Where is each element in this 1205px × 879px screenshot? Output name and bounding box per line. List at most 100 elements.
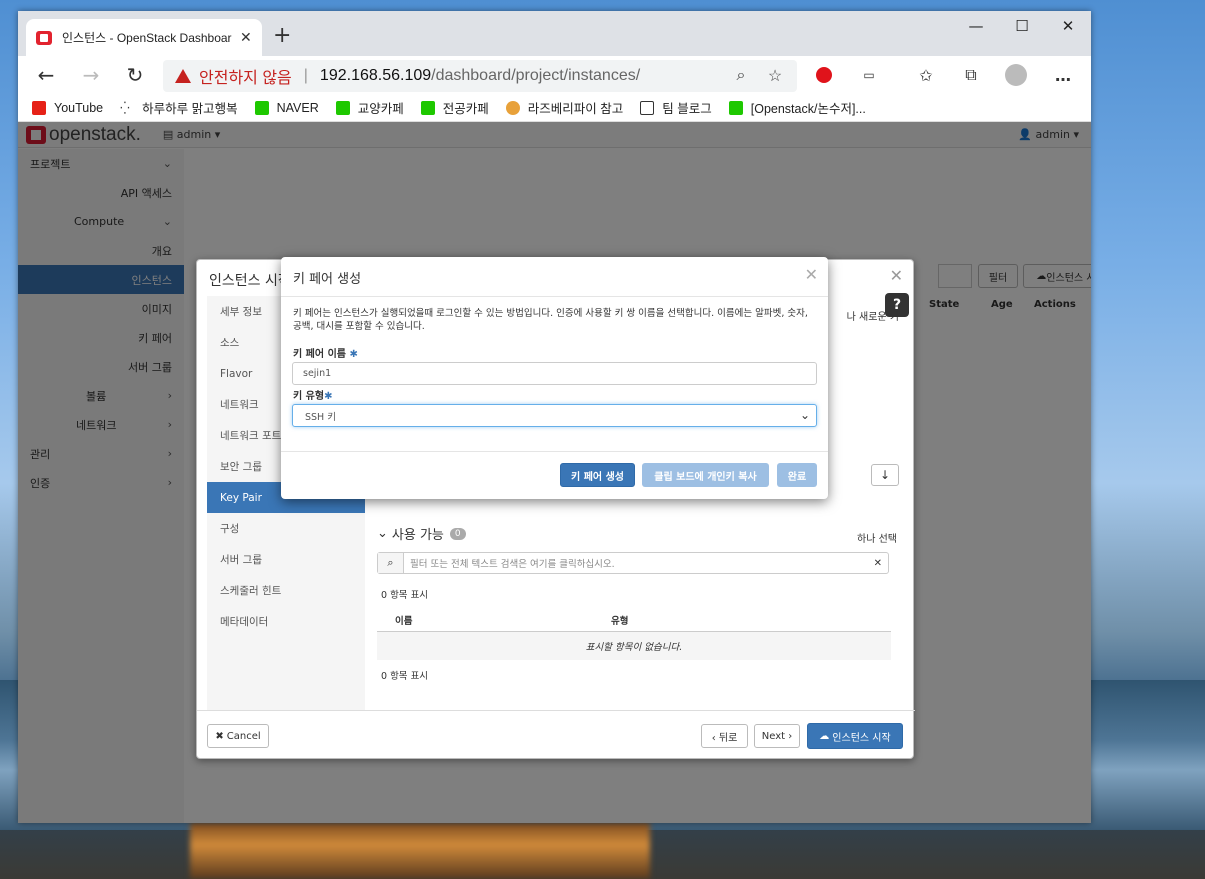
key-type-label-text: 키 유형 [293,391,325,402]
back-button[interactable]: ‹ 뒤로 [701,724,748,748]
maximize-button[interactable]: ☐ [999,11,1045,41]
openstack-dashboard: openstack. ▤ admin ▾ 👤 admin ▾ 프로젝트⌄ API… [18,122,1091,823]
bookmark-label: 라즈베리파이 참고 [527,102,624,116]
profile-avatar-icon[interactable] [1001,60,1031,90]
key-pair-name-label: 키 페어 이름 ✱ [293,345,358,360]
minimize-button[interactable]: — [953,11,999,41]
tab-bar: 인스턴스 - OpenStack Dashboard ✕ + — ☐ ✕ [18,11,1091,56]
col-type: 유형 [611,616,629,627]
modal-description: 키 페어는 인스턴스가 실행되었을때 로그인할 수 있는 방법입니다. 인증에 … [293,308,808,332]
zoom-icon[interactable]: ⌕ [725,60,757,92]
wizard-launch-button[interactable]: ☁ 인스턴스 시작 [807,723,903,749]
create-key-pair-modal: 키 페어 생성 ✕ 키 페어는 인스턴스가 실행되었을때 로그인할 수 있는 방… [281,257,828,499]
bookmark-openstack-blog[interactable]: [Openstack/논수저]... [728,98,866,117]
modal-header: 키 페어 생성 ✕ [281,257,828,297]
wizard-title: 인스턴스 시작 [209,273,291,289]
col-name: 이름 [395,616,413,627]
back-arrow-icon[interactable]: ← [30,59,62,91]
cafe-icon [335,100,350,115]
available-label: 사용 가능 [391,528,444,543]
bookmark-label: 팀 블로그 [662,102,712,116]
bookmark-label: 전공카페 [442,102,489,116]
chevron-down-icon: ⌄ [799,408,810,422]
blog-icon [728,100,743,115]
empty-table-message: 표시할 항목이 없습니다. [377,632,891,660]
next-button[interactable]: Next › [754,724,800,748]
collections-icon[interactable]: ⧉ [956,60,986,90]
key-type-select[interactable]: SSH 키 ⌄ [292,404,817,427]
key-pair-name-label-text: 키 페어 이름 [293,349,346,360]
clear-filter-icon[interactable]: ✕ [874,558,882,569]
url-separator: | [303,67,308,84]
available-filter-field[interactable]: ⌕ 필터 또는 전체 텍스트 검색은 여기를 클릭하십시오. ✕ [377,552,889,574]
key-pair-name-value: sejin1 [303,368,332,379]
available-section-header[interactable]: ⌄ 사용 가능 0 [377,524,466,543]
bookmark-youtube[interactable]: YouTube [32,100,104,115]
cancel-button[interactable]: ✖ Cancel [207,724,269,748]
bookmarks-bar: YouTube ⁛ 하루하루 맑고행복 NAVER 교양카페 전공카페 라즈베리파… [18,94,1091,122]
url-host: 192.168.56.109 [319,67,432,84]
cancel-label: Cancel [226,730,261,742]
raspberry-icon [505,100,520,115]
address-bar-row: ← → ↻ 안전하지 않음 | 192.168.56.109/dashboard… [18,56,1091,94]
wizard-step-metadata[interactable]: 메타데이터 [207,606,365,637]
bookmark-blog[interactable]: ⁛ 하루하루 맑고행복 [120,98,238,117]
wizard-step-configuration[interactable]: 구성 [207,513,365,544]
url-text: 192.168.56.109/dashboard/project/instanc… [320,67,640,85]
forward-arrow-icon[interactable]: → [75,59,107,91]
openstack-favicon-icon [36,30,52,45]
wizard-close-icon[interactable]: ✕ [890,266,903,285]
chevron-down-icon: ⌄ [377,526,388,541]
wizard-step-scheduler-hints[interactable]: 스케줄러 힌트 [207,575,365,606]
modal-footer-divider [281,451,828,452]
wizard-launch-label: 인스턴스 시작 [832,732,891,744]
bookmark-label: NAVER [276,100,319,115]
url-field[interactable]: 안전하지 않음 | 192.168.56.109/dashboard/proje… [163,60,797,92]
required-asterisk-icon: ✱ [324,391,333,402]
more-menu-icon[interactable]: … [1048,60,1078,90]
key-pair-name-input[interactable]: sejin1 [292,362,817,385]
arrow-down-icon[interactable]: ↓ [871,464,899,486]
bookmark-label: 교양카페 [357,102,404,116]
key-type-value: SSH 키 [305,411,336,423]
naver-icon [254,100,269,115]
new-tab-button[interactable]: + [273,23,291,48]
tab-close-icon[interactable]: ✕ [240,30,252,46]
available-table-header: 이름 유형 [377,606,891,632]
bookmark-raspberry[interactable]: 라즈베리파이 참고 [505,98,624,117]
window-close-button[interactable]: ✕ [1045,11,1091,41]
cast-icon[interactable]: ▭ [854,60,884,90]
key-type-label: 키 유형✱ [293,387,332,402]
items-shown-bottom: 0 항목 표시 [381,671,429,682]
items-shown-top: 0 항목 표시 [381,590,429,601]
dots-icon: ⁛ [120,100,135,115]
wizard-step-server-groups[interactable]: 서버 그룹 [207,544,365,575]
done-button[interactable]: 완료 [777,463,817,487]
url-path: /dashboard/project/instances/ [431,67,641,84]
warning-triangle-icon [175,69,191,83]
tab-title: 인스턴스 - OpenStack Dashboard [62,31,232,45]
favorite-star-icon[interactable]: ☆ [759,60,791,92]
filter-placeholder: 필터 또는 전체 텍스트 검색은 여기를 클릭하십시오. [410,559,615,570]
opera-adblock-icon[interactable] [809,60,839,90]
wizard-footer: ✖ Cancel ‹ 뒤로 Next › ☁ 인스턴스 시작 [197,710,915,758]
desktop-sunset [190,822,650,879]
bookmark-cafe1[interactable]: 교양카페 [335,98,404,117]
security-warning[interactable]: 안전하지 않음 [175,64,292,88]
close-icon: ✖ [215,730,224,742]
available-count-badge: 0 [449,527,466,540]
bookmark-cafe2[interactable]: 전공카페 [420,98,489,117]
bookmark-team-blog[interactable]: 팀 블로그 [640,98,712,117]
browser-tab[interactable]: 인스턴스 - OpenStack Dashboard ✕ [26,19,262,56]
required-asterisk-icon: ✱ [349,349,358,360]
create-key-pair-button[interactable]: 키 페어 생성 [560,463,635,487]
modal-close-icon[interactable]: ✕ [805,265,818,284]
bookmark-label: YouTube [54,100,104,115]
favorites-list-icon[interactable]: ✩ [911,60,941,90]
cafe-icon [420,100,435,115]
modal-title: 키 페어 생성 [293,272,362,287]
search-icon: ⌕ [378,553,404,573]
copy-private-key-button[interactable]: 클립 보드에 개인키 복사 [642,463,769,487]
refresh-icon[interactable]: ↻ [119,59,151,91]
bookmark-naver[interactable]: NAVER [254,100,319,115]
